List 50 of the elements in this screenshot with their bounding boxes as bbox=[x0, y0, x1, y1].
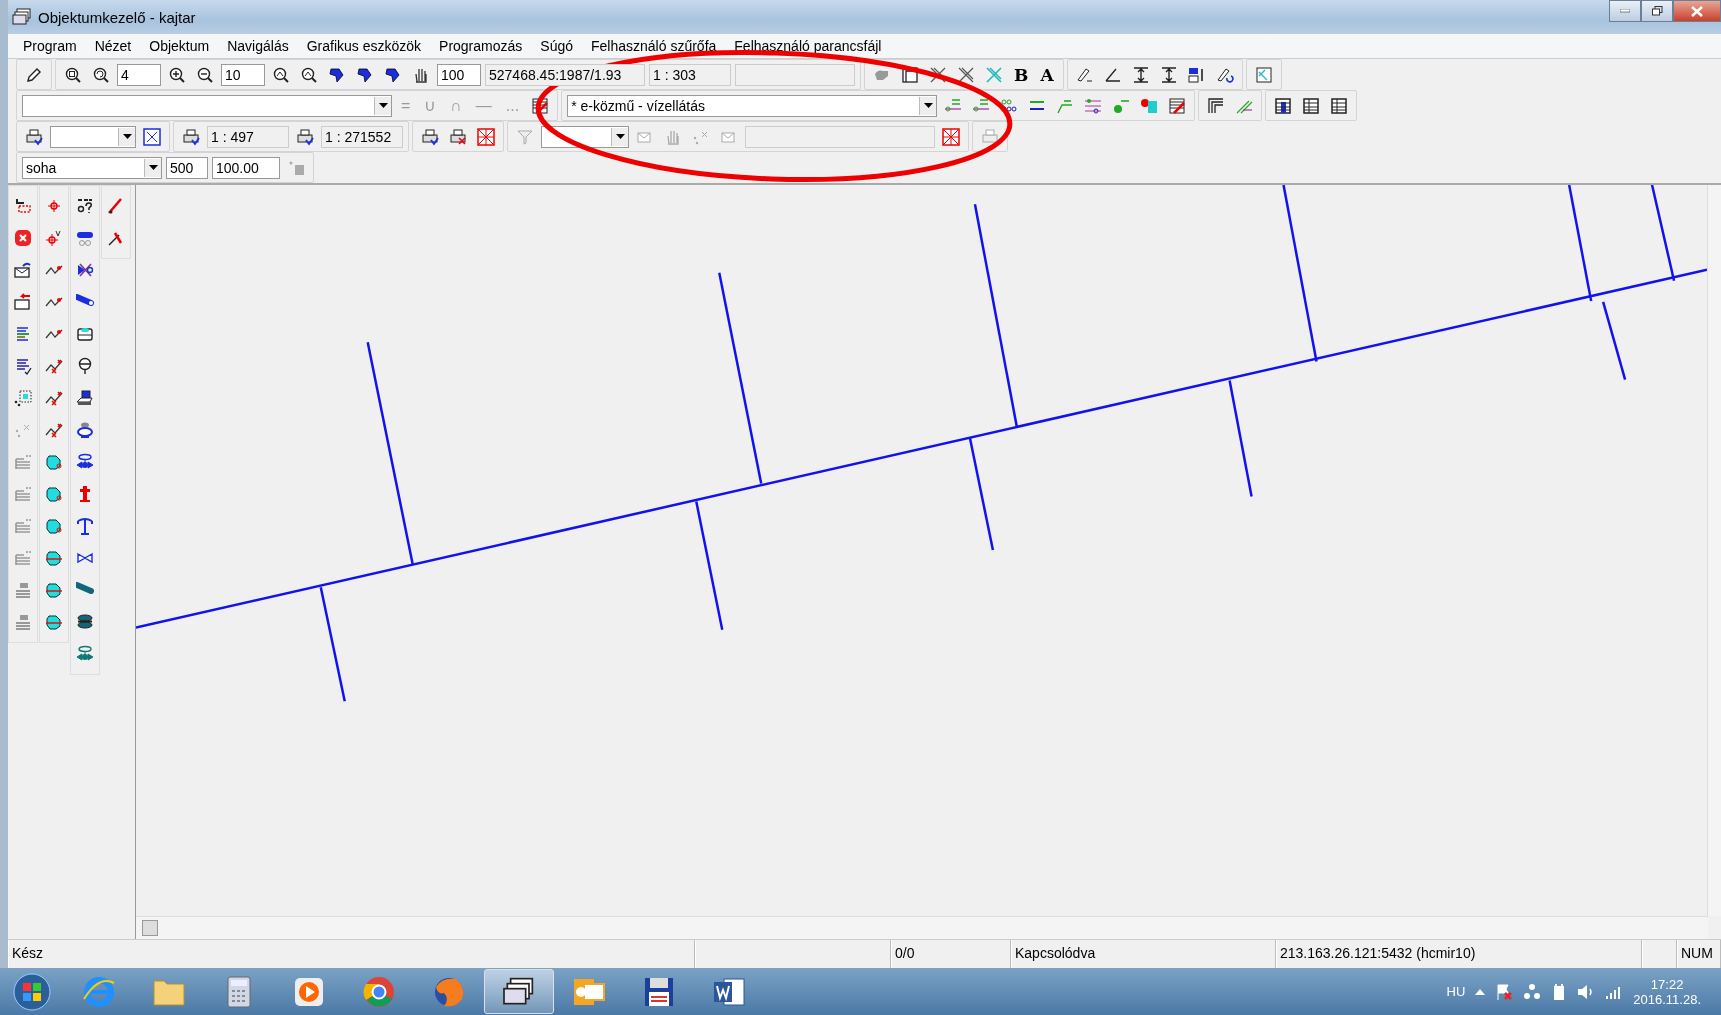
calculator-icon bbox=[227, 975, 251, 1008]
scale-display: 1 : 497 bbox=[207, 125, 289, 148]
taskbar-app[interactable] bbox=[484, 969, 554, 1014]
menu-item[interactable]: Felhasználó szűrőfa bbox=[582, 36, 726, 56]
input-field[interactable]: 10 bbox=[221, 63, 265, 86]
horizontal-scrollbar[interactable] bbox=[136, 916, 1708, 939]
flag-icon[interactable] bbox=[1495, 982, 1514, 1001]
app-icon bbox=[12, 8, 32, 26]
minimize-button[interactable] bbox=[1609, 0, 1641, 22]
text-button[interactable]: A bbox=[1036, 64, 1058, 85]
input-field[interactable]: 4 bbox=[117, 63, 161, 86]
menu-item[interactable]: Felhasználó parancsfájl bbox=[725, 36, 891, 56]
input-field[interactable]: 100.00 bbox=[212, 156, 280, 179]
input-field[interactable]: 500 bbox=[166, 156, 208, 179]
restore-icon bbox=[1651, 6, 1663, 16]
stacked-windows-icon bbox=[502, 976, 536, 1007]
letter-e-logo-icon bbox=[82, 974, 116, 1009]
menu-item[interactable]: Grafikus eszközök bbox=[297, 36, 431, 56]
round-logo-icon bbox=[362, 974, 396, 1009]
menu-item[interactable]: Programozás bbox=[430, 36, 532, 56]
menu-item[interactable]: Súgó bbox=[531, 36, 582, 56]
menu-item[interactable]: Program bbox=[14, 36, 86, 56]
tray-arrow-icon[interactable] bbox=[1475, 988, 1486, 995]
network-share-icon[interactable] bbox=[1523, 982, 1542, 1001]
close-icon bbox=[1691, 5, 1703, 17]
clock[interactable]: 17:22 2016.11.28. bbox=[1633, 976, 1701, 1007]
menu-item[interactable]: Navigálás bbox=[218, 36, 298, 56]
scale-display: 1 : 303 bbox=[649, 63, 731, 86]
input-field[interactable]: 100 bbox=[437, 63, 481, 86]
play-icon bbox=[294, 976, 324, 1007]
menu-item[interactable]: Objektum bbox=[140, 36, 219, 56]
bold-button[interactable]: B bbox=[1010, 64, 1033, 85]
caret-icon bbox=[378, 103, 388, 108]
document-w-icon bbox=[712, 975, 746, 1008]
restore-button[interactable] bbox=[1641, 0, 1673, 22]
caret-icon bbox=[148, 165, 158, 170]
vertical-scrollbar[interactable] bbox=[1707, 185, 1721, 916]
window-title: Objektumkezelő - kajtar bbox=[38, 8, 196, 26]
caret-icon bbox=[122, 134, 132, 139]
layer-dropdown[interactable]: * e-közmű - vízellátás bbox=[567, 94, 938, 117]
coordinates-display: 527468.45:1987/1.93 bbox=[485, 63, 645, 86]
scale-display: 1 : 271552 bbox=[321, 125, 403, 148]
windows-logo-icon bbox=[12, 971, 52, 1012]
dropdown[interactable]: soha bbox=[22, 156, 162, 179]
dropdown[interactable] bbox=[22, 94, 392, 117]
close-button[interactable] bbox=[1673, 0, 1721, 22]
menu-item[interactable]: Nézet bbox=[85, 36, 141, 56]
caret-icon bbox=[615, 134, 625, 139]
caret-icon bbox=[923, 103, 933, 108]
minimize-icon bbox=[1620, 9, 1630, 13]
